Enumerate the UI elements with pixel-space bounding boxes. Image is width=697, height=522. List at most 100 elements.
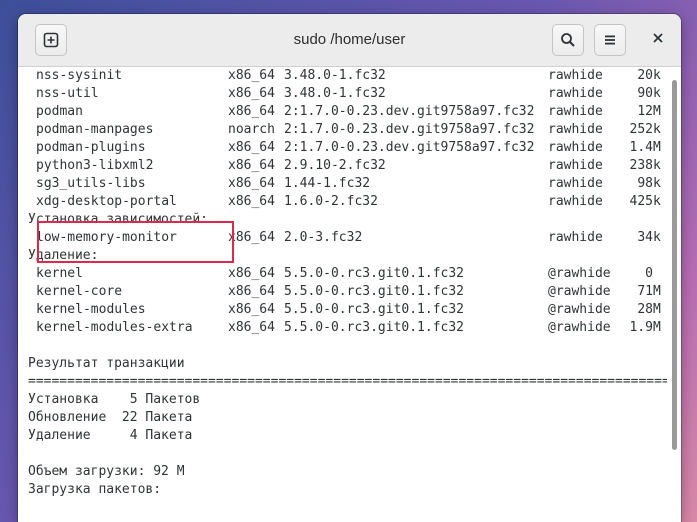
- package-name: xdg-desktop-portal: [36, 194, 177, 209]
- install-count-line: Установка 5 Пакетов: [28, 391, 667, 409]
- package-name: python3-libxml2: [36, 158, 154, 173]
- deps-header: Установка зависимостей:: [28, 212, 209, 227]
- package-size-unit: M: [653, 104, 661, 119]
- terminal-window: sudo /home/user nss-sysinit x86_64 3.48.0-…: [18, 14, 681, 522]
- remove-count: Удаление 4 Пакета: [28, 428, 193, 443]
- package-row: podman x86_64 2:1.7.0-0.23.dev.git9758a97.…: [28, 103, 667, 121]
- hamburger-menu-icon: [605, 35, 615, 45]
- package-name: nss-util: [36, 86, 99, 101]
- package-name: sg3_utils-libs: [36, 176, 146, 191]
- package-arch: x86_64: [228, 284, 275, 299]
- package-size: 425: [629, 194, 653, 209]
- header-bar: sudo /home/user: [18, 14, 681, 67]
- removal-header-line: Удаление:: [28, 247, 667, 265]
- search-button[interactable]: [552, 24, 584, 56]
- summary-title-line: Результат транзакции: [28, 355, 667, 373]
- package-size-unit: k: [653, 194, 661, 209]
- package-version: 2.0-3.fc32: [284, 230, 363, 245]
- install-count: Установка 5 Пакетов: [28, 392, 201, 407]
- package-size-unit: M: [653, 302, 661, 317]
- package-size: 20: [637, 68, 653, 83]
- package-row: podman-manpages noarch 2:1.7.0-0.23.dev.gi…: [28, 121, 667, 139]
- summary-title: Результат транзакции: [28, 356, 185, 371]
- package-name: podman-plugins: [36, 140, 146, 155]
- package-size-unit: M: [653, 320, 661, 335]
- package-version: 1.44-1.fc32: [284, 176, 371, 191]
- package-name: kernel-modules-extra: [36, 320, 193, 335]
- download-size-line: Объем загрузки: 92 M: [28, 463, 667, 481]
- menu-button[interactable]: [594, 24, 626, 56]
- package-name: podman: [36, 104, 83, 119]
- upgrade-count-line: Обновление 22 Пакета: [28, 409, 667, 427]
- package-name: kernel-core: [36, 284, 123, 299]
- package-name: podman-manpages: [36, 122, 154, 137]
- package-arch: x86_64: [228, 230, 275, 245]
- package-arch: x86_64: [228, 266, 275, 281]
- separator-line: ========================================…: [28, 373, 667, 391]
- package-arch: x86_64: [228, 140, 275, 155]
- package-size-unit: k: [653, 176, 661, 191]
- package-arch: x86_64: [228, 194, 275, 209]
- package-name: low-memory-monitor: [36, 230, 177, 245]
- package-size: 252: [629, 122, 653, 137]
- package-version: 2:1.7.0-0.23.dev.git9758a97.fc32: [284, 140, 535, 155]
- package-arch: x86_64: [228, 68, 275, 83]
- package-size: 238: [629, 158, 653, 173]
- close-icon: [653, 33, 663, 43]
- package-row: podman-plugins x86_64 2:1.7.0-0.23.dev.git…: [28, 139, 667, 157]
- package-version: 1.6.0-2.fc32: [284, 194, 378, 209]
- upgrade-count: Обновление 22 Пакета: [28, 410, 193, 425]
- package-name: kernel-modules: [36, 302, 146, 317]
- scrollbar[interactable]: [672, 80, 677, 450]
- package-arch: x86_64: [228, 86, 275, 101]
- package-size: 1.9: [629, 320, 653, 335]
- downloading-label: Загрузка пакетов:: [28, 482, 162, 497]
- package-version: 3.48.0-1.fc32: [284, 68, 386, 83]
- package-version: 5.5.0-0.rc3.git0.1.fc32: [284, 284, 465, 299]
- package-name: kernel: [36, 266, 83, 281]
- removal-header: Удаление:: [28, 248, 99, 263]
- package-size: 34: [637, 230, 653, 245]
- package-size-unit: k: [653, 86, 661, 101]
- package-size-unit: k: [653, 122, 661, 137]
- package-version: 2:1.7.0-0.23.dev.git9758a97.fc32: [284, 104, 535, 119]
- close-button[interactable]: [649, 29, 667, 47]
- package-version: 3.48.0-1.fc32: [284, 86, 386, 101]
- downloading-line: Загрузка пакетов:: [28, 481, 667, 499]
- package-arch: x86_64: [228, 302, 275, 317]
- package-arch: x86_64: [228, 320, 275, 335]
- package-size: 0: [645, 266, 653, 281]
- terminal-output[interactable]: nss-sysinit x86_64 3.48.0-1.fc32 rawhide 20 k…: [28, 67, 667, 522]
- package-name: nss-sysinit: [36, 68, 123, 83]
- package-size: 12: [637, 104, 653, 119]
- package-size-unit: M: [653, 140, 661, 155]
- package-row: nss-sysinit x86_64 3.48.0-1.fc32 rawhide 20 k: [28, 67, 667, 85]
- package-row: xdg-desktop-portal x86_64 1.6.0-2.fc32 rawh…: [28, 193, 667, 211]
- separator: ========================================…: [28, 374, 667, 389]
- package-row: kernel-modules-extra x86_64 5.5.0-0.rc3.gi…: [28, 319, 667, 337]
- remove-count-line: Удаление 4 Пакета: [28, 427, 667, 445]
- package-arch: x86_64: [228, 104, 275, 119]
- package-size: 1.4: [629, 140, 653, 155]
- package-version: 2:1.7.0-0.23.dev.git9758a97.fc32: [284, 122, 535, 137]
- package-row: nss-util x86_64 3.48.0-1.fc32 rawhide 90 k: [28, 85, 667, 103]
- package-arch: x86_64: [228, 176, 275, 191]
- package-size: 98: [637, 176, 653, 191]
- package-arch: x86_64: [228, 158, 275, 173]
- package-row: low-memory-monitor x86_64 2.0-3.fc32 rawhid…: [28, 229, 667, 247]
- package-size: 28: [637, 302, 653, 317]
- package-row: sg3_utils-libs x86_64 1.44-1.fc32 rawhide 98…: [28, 175, 667, 193]
- package-version: 5.5.0-0.rc3.git0.1.fc32: [284, 320, 465, 335]
- package-size-unit: k: [653, 68, 661, 83]
- package-row: python3-libxml2 x86_64 2.9.10-2.fc32 rawhid…: [28, 157, 667, 175]
- package-size: 71: [637, 284, 653, 299]
- package-size-unit: k: [653, 158, 661, 173]
- package-row: kernel x86_64 5.5.0-0.rc3.git0.1.fc32 @rawh…: [28, 265, 667, 283]
- package-version: 2.9.10-2.fc32: [284, 158, 386, 173]
- package-size: 90: [637, 86, 653, 101]
- download-size: Объем загрузки: 92 M: [28, 464, 185, 479]
- package-arch: noarch: [228, 122, 275, 137]
- deps-header-line: Установка зависимостей:: [28, 211, 667, 229]
